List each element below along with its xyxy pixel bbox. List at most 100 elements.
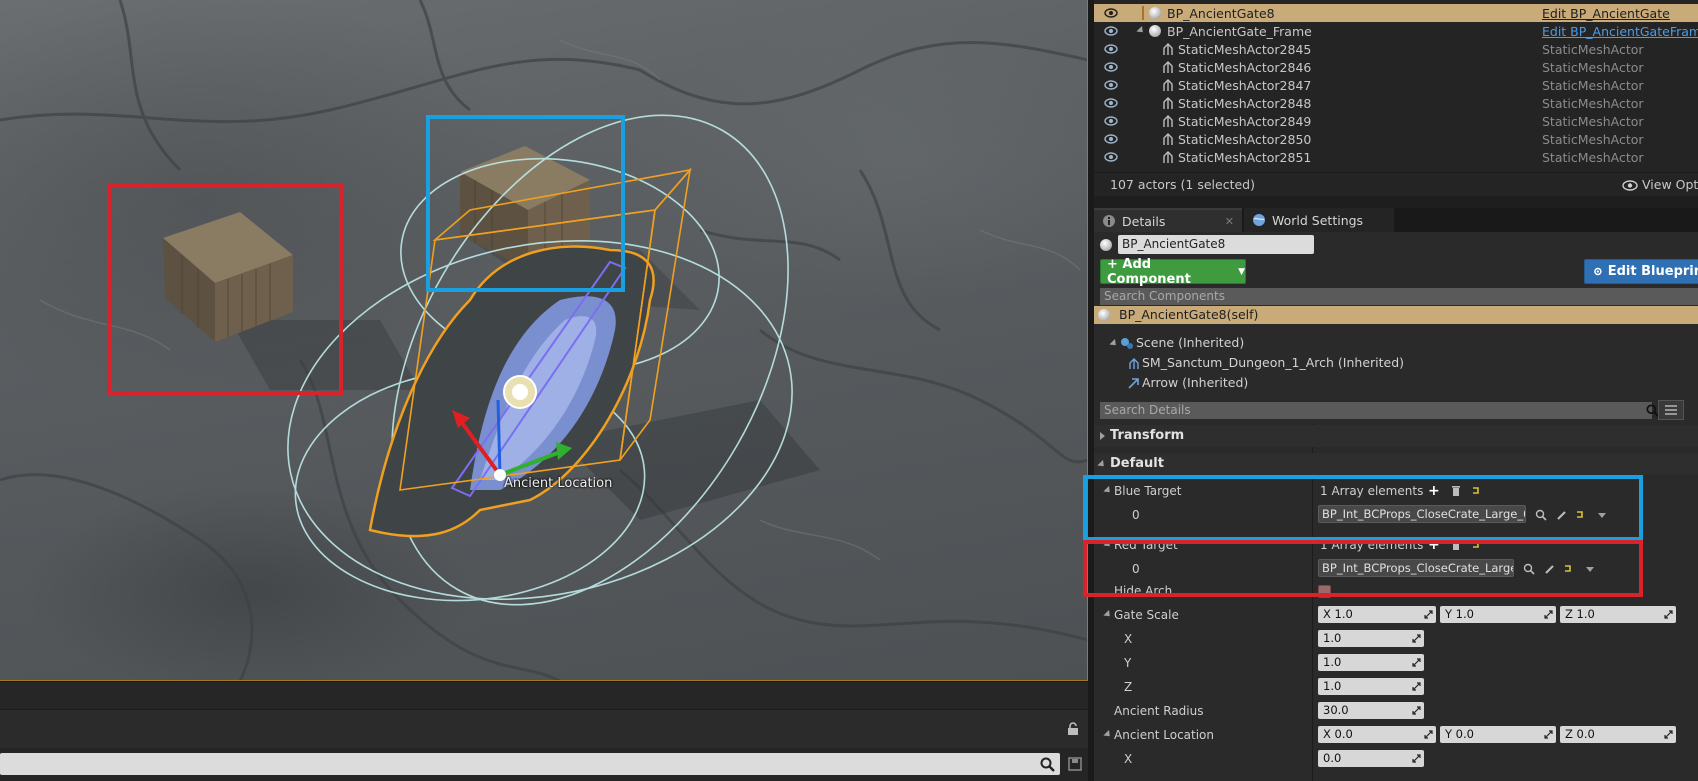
gate-scale-z-field[interactable]: Z 1.0 xyxy=(1560,606,1676,623)
red-target-asset-combo[interactable]: BP_Int_BCProps_CloseCrate_Large_3 xyxy=(1318,559,1514,577)
browse-icon[interactable] xyxy=(1523,563,1535,575)
outliner-row-staticmeshactor[interactable]: StaticMeshActor2845 StaticMeshActor xyxy=(1094,40,1698,58)
trash-icon[interactable] xyxy=(1450,485,1462,497)
save-icon[interactable] xyxy=(1068,757,1082,771)
outliner-type-link[interactable]: Edit BP_AncientGate xyxy=(1542,6,1670,21)
gate-scale-z-input[interactable]: 1.0 xyxy=(1318,678,1424,695)
gate-scale-y-field[interactable]: Y 1.0 xyxy=(1440,606,1556,623)
expand-arrow-icon[interactable] xyxy=(1103,539,1113,550)
category-default[interactable]: Default xyxy=(1094,453,1698,475)
details-tab-bar: Details ✕ World Settings xyxy=(1094,208,1698,232)
eyedropper-icon[interactable] xyxy=(1556,509,1568,521)
static-mesh-icon xyxy=(1163,61,1173,73)
ancient-location-x-field[interactable]: X 0.0 xyxy=(1318,726,1436,743)
gate-scale-y-input[interactable]: 1.0 xyxy=(1318,654,1424,671)
gate-scale-x-field[interactable]: X 1.0 xyxy=(1318,606,1436,623)
outliner-row-staticmeshactor[interactable]: StaticMeshActor2851 StaticMeshActor xyxy=(1094,148,1698,166)
search-details-input[interactable]: Search Details xyxy=(1100,402,1652,419)
add-element-icon[interactable]: + xyxy=(1428,538,1440,552)
eye-icon[interactable] xyxy=(1104,134,1118,144)
eye-icon[interactable] xyxy=(1104,152,1118,162)
hide-arch-checkbox[interactable] xyxy=(1318,585,1331,598)
add-component-label: + Add Component xyxy=(1107,256,1191,287)
eye-icon[interactable] xyxy=(1104,26,1118,36)
prop-hide-arch: Hide Arch xyxy=(1094,580,1698,602)
ancient-location-y-field[interactable]: Y 0.0 xyxy=(1440,726,1556,743)
ancient-location-z-field[interactable]: Z 0.0 xyxy=(1560,726,1676,743)
red-target-asset-value: BP_Int_BCProps_CloseCrate_Large_3 xyxy=(1322,561,1514,575)
chevron-down-icon: ▼ xyxy=(1238,266,1245,277)
outliner-row-staticmeshactor[interactable]: StaticMeshActor2849 StaticMeshActor xyxy=(1094,112,1698,130)
reset-icon[interactable] xyxy=(1470,539,1482,551)
level-viewport[interactable]: Ancient Location xyxy=(0,0,1088,681)
ancient-radius-value: 30.0 xyxy=(1323,703,1349,717)
eye-icon[interactable] xyxy=(1104,44,1118,54)
bottom-search-input[interactable] xyxy=(0,753,1060,775)
reset-icon[interactable] xyxy=(1562,563,1574,575)
bottom-panel xyxy=(0,682,1088,781)
category-transform[interactable]: Transform xyxy=(1094,425,1698,447)
eyedropper-icon[interactable] xyxy=(1544,563,1556,575)
search-components-input[interactable]: Search Components xyxy=(1100,288,1698,305)
spin-icon xyxy=(1664,730,1673,739)
outliner-row-bp-ancientgate8[interactable]: BP_AncientGate8 Edit BP_AncientGate xyxy=(1094,4,1698,22)
gate-scale-x-input-value: 1.0 xyxy=(1323,631,1342,645)
outliner-type-link[interactable]: Edit BP_AncientGateFrame xyxy=(1542,24,1698,39)
ancient-radius-input[interactable]: 30.0 xyxy=(1318,702,1424,719)
expand-arrow-icon[interactable] xyxy=(1109,338,1119,349)
ancient-location-x-input[interactable]: 0.0 xyxy=(1318,750,1424,767)
axis-label: Z xyxy=(1124,680,1133,694)
eye-icon[interactable] xyxy=(1104,62,1118,72)
outliner-row-staticmeshactor[interactable]: StaticMeshActor2848 StaticMeshActor xyxy=(1094,94,1698,112)
gate-scale-x-input[interactable]: 1.0 xyxy=(1318,630,1424,647)
tab-world-settings[interactable]: World Settings xyxy=(1244,208,1394,232)
outliner-row-bp-ancientgate-frame[interactable]: BP_AncientGate_Frame Edit BP_AncientGate… xyxy=(1094,22,1698,40)
tab-details[interactable]: Details ✕ xyxy=(1094,208,1242,232)
prop-gate-scale-y: Y 1.0 xyxy=(1094,652,1698,674)
outliner-label: BP_AncientGate8 xyxy=(1167,5,1275,21)
expand-arrow-icon[interactable] xyxy=(1103,609,1113,620)
trash-icon[interactable] xyxy=(1450,539,1462,551)
expand-arrow-icon[interactable] xyxy=(1136,25,1146,36)
actor-name-input[interactable]: BP_AncientGate8 xyxy=(1118,235,1314,254)
add-component-button[interactable]: + Add Component ▼ xyxy=(1100,256,1246,287)
edit-blueprint-button[interactable]: Edit Blueprin xyxy=(1584,259,1698,284)
outliner-type: StaticMeshActor xyxy=(1542,41,1644,57)
search-icon[interactable] xyxy=(1040,757,1056,773)
spin-icon xyxy=(1412,634,1421,643)
ancient-location-y-value: Y 0.0 xyxy=(1445,727,1474,741)
outliner-type: StaticMeshActor xyxy=(1542,131,1644,147)
view-options-button[interactable]: View Optio xyxy=(1642,177,1698,192)
lock-icon[interactable] xyxy=(1066,722,1080,736)
outliner-type: StaticMeshActor xyxy=(1542,95,1644,111)
outliner-row-staticmeshactor[interactable]: StaticMeshActor2847 StaticMeshActor xyxy=(1094,76,1698,94)
view-options-grid-button[interactable] xyxy=(1658,400,1684,420)
array-summary: 1 Array elements xyxy=(1320,538,1424,552)
chevron-down-icon[interactable] xyxy=(1598,513,1606,518)
reset-icon[interactable] xyxy=(1470,485,1482,497)
eye-icon[interactable] xyxy=(1104,116,1118,126)
component-self-row[interactable]: BP_AncientGate8(self) xyxy=(1094,306,1698,324)
info-icon xyxy=(1103,215,1115,227)
eye-icon[interactable] xyxy=(1104,98,1118,108)
right-panel: BP_AncientGate8 Edit BP_AncientGate BP_A… xyxy=(1083,0,1698,781)
eye-icon[interactable] xyxy=(1104,8,1118,18)
unreal-editor-window: Ancient Location BP_AncientGate8 Edit BP… xyxy=(0,0,1698,781)
expand-arrow-icon[interactable] xyxy=(1103,729,1113,740)
eye-icon[interactable] xyxy=(1622,180,1638,191)
reset-icon[interactable] xyxy=(1574,509,1586,521)
outliner-row-staticmeshactor[interactable]: StaticMeshActor2846 StaticMeshActor xyxy=(1094,58,1698,76)
prop-red-target: Red Target 1 Array elements + xyxy=(1094,534,1698,556)
browse-icon[interactable] xyxy=(1535,509,1547,521)
close-icon[interactable]: ✕ xyxy=(1225,215,1234,228)
outliner-row-staticmeshactor[interactable]: StaticMeshActor2850 StaticMeshActor xyxy=(1094,130,1698,148)
spin-icon xyxy=(1664,610,1673,619)
expand-arrow-icon[interactable] xyxy=(1100,432,1105,440)
eye-icon[interactable] xyxy=(1104,80,1118,90)
expand-arrow-icon[interactable] xyxy=(1097,459,1107,470)
add-element-icon[interactable]: + xyxy=(1428,484,1440,498)
grid-icon xyxy=(1665,405,1677,415)
expand-arrow-icon[interactable] xyxy=(1103,485,1113,496)
blue-target-asset-combo[interactable]: BP_Int_BCProps_CloseCrate_Large_002 xyxy=(1318,505,1526,523)
chevron-down-icon[interactable] xyxy=(1586,567,1594,572)
